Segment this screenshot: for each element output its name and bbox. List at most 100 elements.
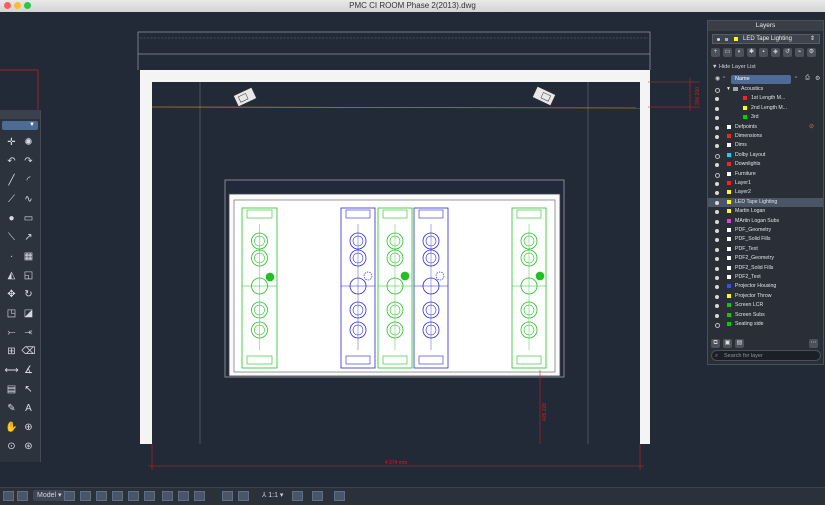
layer-color-swatch[interactable] (727, 246, 731, 251)
layer-color-swatch[interactable] (727, 312, 731, 317)
text-icon[interactable]: A (21, 402, 36, 415)
layer-row[interactable]: Dolby Layout (708, 151, 823, 160)
model-tab[interactable]: Model ▾ (33, 490, 66, 501)
arc-icon[interactable]: ◜ (21, 174, 36, 187)
grid-toggle-icon[interactable] (3, 491, 14, 501)
match-layer-button[interactable]: ◈ (771, 48, 780, 57)
visibility-icon[interactable] (715, 229, 719, 233)
delete-layer-button[interactable]: ▤ (735, 339, 744, 348)
dimension-icon[interactable]: ⟷ (4, 364, 19, 377)
visibility-icon[interactable] (715, 153, 720, 159)
visibility-icon[interactable] (715, 144, 719, 149)
construction-line-icon[interactable]: ⟍ (4, 231, 19, 244)
annotation-visibility-icon[interactable] (292, 491, 303, 501)
pan-icon[interactable]: ✋ (4, 421, 19, 434)
layer-row[interactable]: Seating side (708, 320, 823, 329)
name-column-header[interactable]: Name (731, 75, 791, 84)
layer-row[interactable]: Dims (708, 141, 823, 150)
annotation-icon[interactable] (238, 491, 249, 501)
extend-icon[interactable]: ⤛ (21, 326, 36, 339)
tool-palette-header[interactable] (0, 110, 40, 119)
layer-row[interactable]: PDF_Geometry (708, 226, 823, 235)
snap-toggle-icon[interactable] (17, 491, 28, 501)
circle-icon[interactable]: ● (4, 212, 19, 225)
previous-layer-button[interactable]: ↺ (783, 48, 792, 57)
layer-row[interactable]: Defpoints ⊘ (708, 123, 823, 132)
visibility-icon[interactable] (715, 135, 719, 139)
visibility-icon[interactable] (715, 116, 719, 121)
osnap-toggle-icon[interactable] (112, 491, 123, 501)
layer-color-swatch[interactable] (727, 256, 731, 261)
layer-row[interactable]: Projector Housing (708, 282, 823, 291)
layer-row[interactable]: 2nd Length M... (708, 104, 823, 113)
layer-row[interactable]: Screen Subs (708, 311, 823, 320)
layer-row[interactable]: ▼ Acoustics (708, 85, 823, 94)
auto-scale-icon[interactable] (312, 491, 323, 501)
pen-icon[interactable]: ✎ (4, 402, 19, 415)
layer-color-swatch[interactable] (727, 322, 731, 326)
array-icon[interactable]: ⊞ (4, 345, 19, 358)
layer-color-swatch[interactable] (727, 275, 731, 279)
layer-row[interactable]: Downlights (708, 160, 823, 169)
layer-row[interactable]: LED Tape Lighting (708, 197, 823, 207)
layer-color-swatch[interactable] (743, 96, 747, 101)
visibility-icon[interactable] (715, 219, 719, 224)
layer-color-swatch[interactable] (727, 143, 731, 148)
visibility-icon[interactable] (715, 191, 719, 196)
layer-color-swatch[interactable] (727, 209, 731, 214)
disclosure-triangle-icon[interactable]: ▼ (726, 85, 731, 94)
move-icon[interactable]: ✛ (4, 136, 19, 149)
scale-icon[interactable]: ◳ (4, 307, 19, 320)
tool-set-dropdown[interactable]: ▼ (2, 121, 38, 130)
visibility-icon[interactable] (715, 172, 720, 178)
layer-row[interactable]: Layer1 (708, 179, 823, 188)
zoom-in-icon[interactable]: ⊕ (21, 421, 36, 434)
layer-row[interactable]: PDF_Solid Fills (708, 235, 823, 244)
layer-row[interactable]: Dimensions (708, 132, 823, 141)
layer-color-swatch[interactable] (727, 162, 731, 167)
layer-color-swatch[interactable] (727, 152, 731, 157)
visibility-icon[interactable] (715, 88, 720, 93)
new-layer-button[interactable]: + (711, 48, 720, 57)
zoom-extents-icon[interactable]: ⊛ (21, 440, 36, 453)
visibility-icon[interactable] (715, 247, 719, 252)
layer-color-swatch[interactable] (727, 190, 731, 195)
visibility-icon[interactable] (715, 257, 719, 262)
layer-color-swatch[interactable] (727, 134, 731, 138)
layer-row[interactable]: Screen LCR (708, 301, 823, 310)
rotate-icon[interactable]: ↻ (21, 288, 36, 301)
layer-color-swatch[interactable] (727, 171, 731, 176)
freeze-layer-button[interactable]: ✱ (747, 48, 756, 57)
visibility-icon[interactable] (715, 323, 720, 328)
layer-row[interactable]: PDF_Text (708, 245, 823, 254)
ducs-toggle-icon[interactable] (144, 491, 155, 501)
isolate-layer-button[interactable]: ◐ (735, 48, 744, 57)
layer-color-swatch[interactable] (727, 293, 731, 298)
layer-row[interactable]: PDF2_Geometry (708, 254, 823, 263)
plot-column-icon[interactable]: ⎙ (805, 75, 810, 82)
hand-pan-icon[interactable] (222, 491, 233, 501)
more-options-button[interactable]: ⋯ (809, 339, 818, 348)
layer-color-swatch[interactable] (727, 218, 731, 223)
visibility-icon[interactable] (715, 276, 719, 280)
visibility-icon[interactable] (715, 97, 719, 102)
layer-color-swatch[interactable] (727, 265, 731, 270)
offset-icon[interactable]: ◱ (21, 269, 36, 282)
stretch-icon[interactable]: ◪ (21, 307, 36, 320)
walk-layer-button[interactable]: ⌁ (795, 48, 804, 57)
drawing-canvas[interactable]: 200 200 405 228 4 274 mm (0, 12, 825, 487)
zoom-window-icon[interactable]: ⊙ (4, 440, 19, 453)
layer-row[interactable]: MArtin Logan Subs (708, 217, 823, 226)
visibility-icon[interactable] (715, 182, 719, 186)
spline-icon[interactable]: ∿ (21, 193, 36, 206)
layer-settings-button[interactable]: ⚙ (807, 48, 816, 57)
lock-layer-button[interactable]: ▪ (759, 48, 768, 57)
table-icon[interactable]: ▤ (4, 383, 19, 396)
new-layer-bottom-button[interactable]: ⧉ (711, 339, 720, 348)
layer-search-input[interactable]: ⌕ Search for layer (711, 350, 821, 361)
lock-column-icon[interactable]: ▫ (723, 75, 725, 81)
current-layer-dropdown[interactable]: LED Tape Lighting ⇕ (712, 34, 820, 44)
hide-layer-list-toggle[interactable]: ▼ Hide Layer List (712, 63, 756, 71)
new-group-button[interactable]: ▣ (723, 339, 732, 348)
layer-color-swatch[interactable] (743, 105, 747, 110)
